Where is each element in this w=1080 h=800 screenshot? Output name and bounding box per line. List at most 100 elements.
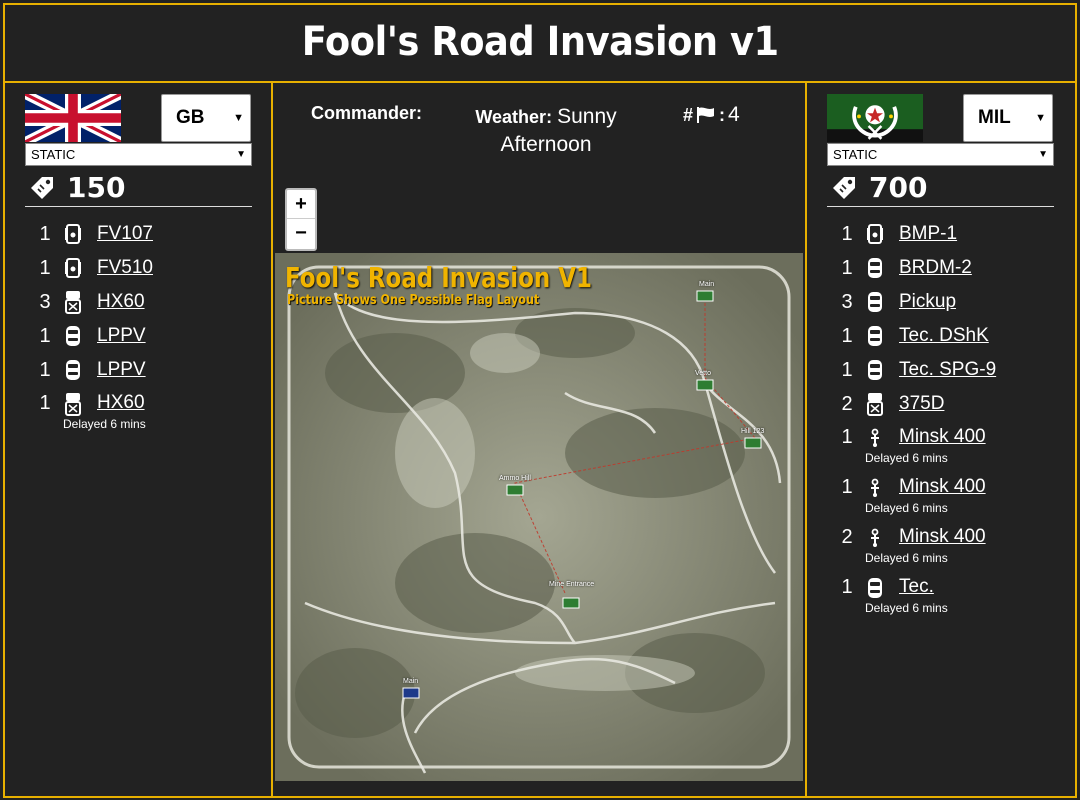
unit-quantity: 1 xyxy=(841,426,853,448)
unit-name-link[interactable]: BMP-1 xyxy=(899,223,957,245)
commander-info: Commander: xyxy=(311,103,422,124)
unit-quantity: 1 xyxy=(39,392,51,414)
map-title: Fool's Road Invasion V1 xyxy=(285,261,592,294)
unit-delay-note: Delayed 6 mins xyxy=(865,451,948,465)
car-icon xyxy=(63,324,83,348)
unit-name-link[interactable]: HX60 xyxy=(97,392,145,414)
map-terrain xyxy=(275,253,803,781)
unit-name-link[interactable]: Pickup xyxy=(899,291,956,313)
unit-delay-note: Delayed 6 mins xyxy=(63,417,146,431)
unit-quantity: 1 xyxy=(39,256,51,279)
unit-row: 2 Minsk 400 Delayed 6 mins xyxy=(837,521,996,571)
weather-info: Weather: Sunny Afternoon xyxy=(471,103,621,159)
flag-count-prefix: # xyxy=(683,104,694,125)
mode-select[interactable]: STATIC ▼ xyxy=(25,143,252,166)
faction-select[interactable]: GB ▼ xyxy=(161,94,251,142)
map-label: Mine Entrance xyxy=(549,581,595,588)
right-faction-panel: MIL ▼ STATIC ▼ 700 1 BMP-1 1 BRDM-2 3 Pickup 1… xyxy=(807,83,1077,798)
unit-quantity: 1 xyxy=(841,324,853,347)
unit-name-link[interactable]: Minsk 400 xyxy=(899,476,986,498)
faction-select[interactable]: MIL ▼ xyxy=(963,94,1053,142)
chevron-down-icon: ▼ xyxy=(236,149,246,160)
unit-quantity: 1 xyxy=(39,222,51,245)
chevron-down-icon: ▼ xyxy=(233,112,244,124)
unit-row: 1 BMP-1 xyxy=(837,217,996,251)
unit-quantity: 1 xyxy=(841,256,853,279)
uk-flag-icon xyxy=(25,94,121,142)
points-value: 700 xyxy=(869,171,928,204)
zoom-out-button[interactable]: − xyxy=(287,219,315,248)
unit-row: 1 LPPV xyxy=(35,353,153,387)
mode-select-value: STATIC xyxy=(833,147,878,162)
unit-delay-note: Delayed 6 mins xyxy=(865,551,948,565)
ticket-icon xyxy=(829,173,859,203)
map-subtitle: Picture Shows One Possible Flag Layout xyxy=(287,293,540,308)
motorbike-icon xyxy=(865,526,885,550)
car-icon xyxy=(865,256,885,280)
mode-select-value: STATIC xyxy=(31,147,76,162)
unit-name-link[interactable]: FV510 xyxy=(97,257,153,279)
unit-row: 1 Minsk 400 Delayed 6 mins xyxy=(837,471,996,521)
map-label: Hill 123 xyxy=(741,428,765,435)
unit-name-link[interactable]: Tec. xyxy=(899,576,934,598)
unit-row: 1 FV107 xyxy=(35,217,153,251)
divider xyxy=(827,206,1054,207)
unit-quantity: 1 xyxy=(39,358,51,381)
zoom-control: + − xyxy=(285,188,317,251)
divider xyxy=(25,206,252,207)
truck-icon xyxy=(63,290,83,314)
unit-delay-note: Delayed 6 mins xyxy=(865,501,948,515)
unit-name-link[interactable]: LPPV xyxy=(97,359,146,381)
unit-row: 1 HX60 Delayed 6 mins xyxy=(35,387,153,437)
truck-icon xyxy=(63,392,83,416)
unit-name-link[interactable]: LPPV xyxy=(97,325,146,347)
flag-count-separator: : xyxy=(719,104,726,125)
chevron-down-icon: ▼ xyxy=(1038,149,1048,160)
page-title: Fool's Road Invasion v1 xyxy=(301,19,779,65)
unit-row: 1 Minsk 400 Delayed 6 mins xyxy=(837,421,996,471)
unit-row: 2 375D xyxy=(837,387,996,421)
unit-quantity: 1 xyxy=(39,324,51,347)
flag-count-value: 4 xyxy=(728,103,740,126)
weather-label: Weather: xyxy=(475,107,553,127)
unit-row: 3 HX60 xyxy=(35,285,153,319)
unit-name-link[interactable]: BRDM-2 xyxy=(899,257,972,279)
map-label: Vetto xyxy=(695,370,711,377)
unit-name-link[interactable]: HX60 xyxy=(97,291,145,313)
car-icon xyxy=(865,576,885,600)
map-panel: Commander: Weather: Sunny Afternoon # : … xyxy=(273,83,807,798)
unit-row: 1 FV510 xyxy=(35,251,153,285)
apc-icon xyxy=(63,256,83,280)
car-icon xyxy=(63,358,83,382)
unit-delay-note: Delayed 6 mins xyxy=(865,601,948,615)
unit-list: 1 FV107 1 FV510 3 HX60 1 LPPV 1 LPPV 1 HX60 Delayed … xyxy=(35,217,153,437)
unit-name-link[interactable]: Minsk 400 xyxy=(899,426,986,448)
unit-row: 1 Tec. Delayed 6 mins xyxy=(837,571,996,621)
unit-quantity: 2 xyxy=(841,392,853,415)
unit-row: 1 BRDM-2 xyxy=(837,251,996,285)
chevron-down-icon: ▼ xyxy=(1035,112,1046,124)
map-label: Main xyxy=(403,678,419,685)
unit-row: 1 Tec. DShK xyxy=(837,319,996,353)
unit-quantity: 1 xyxy=(841,358,853,381)
flag-icon xyxy=(697,107,715,123)
zoom-in-button[interactable]: + xyxy=(287,190,315,219)
map-image[interactable]: Fool's Road Invasion V1 Picture Shows On… xyxy=(275,253,803,781)
apc-icon xyxy=(865,222,885,246)
points-display: 700 xyxy=(829,171,927,204)
faction-select-value: GB xyxy=(176,107,205,128)
unit-name-link[interactable]: Minsk 400 xyxy=(899,526,986,548)
unit-name-link[interactable]: Tec. DShK xyxy=(899,325,989,347)
faction-select-value: MIL xyxy=(978,107,1011,128)
header: Fool's Road Invasion v1 xyxy=(3,3,1077,83)
mode-select[interactable]: STATIC ▼ xyxy=(827,143,1054,166)
map-label: Main xyxy=(699,281,715,288)
unit-quantity: 1 xyxy=(841,476,853,498)
unit-name-link[interactable]: Tec. SPG-9 xyxy=(899,359,996,381)
unit-row: 1 Tec. SPG-9 xyxy=(837,353,996,387)
unit-quantity: 2 xyxy=(841,526,853,548)
left-faction-panel: GB ▼ STATIC ▼ 150 1 FV107 1 FV510 3 HX60 1 LPPV… xyxy=(5,83,273,798)
unit-name-link[interactable]: 375D xyxy=(899,393,944,415)
unit-quantity: 3 xyxy=(841,290,853,313)
unit-name-link[interactable]: FV107 xyxy=(97,223,153,245)
